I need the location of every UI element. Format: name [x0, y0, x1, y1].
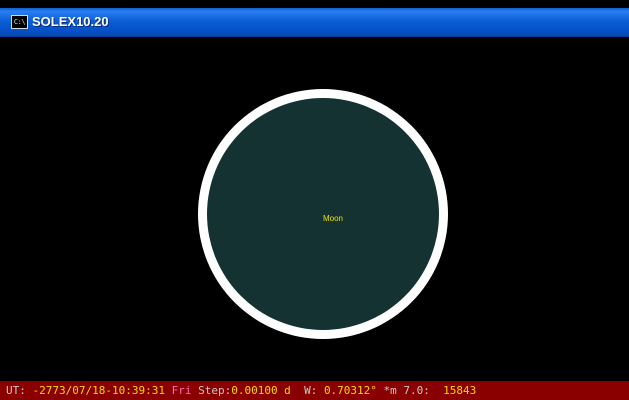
- console-icon[interactable]: C:\: [11, 15, 28, 29]
- day-of-week: Fri: [171, 384, 192, 397]
- sky-view-canvas[interactable]: Moon: [0, 37, 629, 381]
- step-label: Step:: [198, 384, 232, 397]
- solex-window: C:\ SOLEX10.20 Moon UT: -2773/07/18-10:3…: [0, 0, 629, 400]
- title-bar[interactable]: C:\ SOLEX10.20: [0, 8, 629, 37]
- magnitude-label: *m 7.0:: [383, 384, 430, 397]
- object-count: 15843: [443, 384, 477, 397]
- w-label: W:: [304, 384, 318, 397]
- ut-label: UT:: [6, 384, 26, 397]
- status-bar: UT: -2773/07/18-10:39:31 Fri Step:0.0010…: [0, 381, 629, 400]
- step-value: 0.00100 d: [231, 384, 291, 397]
- ut-value: -2773/07/18-10:39:31: [32, 384, 165, 397]
- window-title: SOLEX10.20: [32, 14, 109, 29]
- w-value: 0.70312°: [323, 384, 377, 397]
- sky-view-svg: [198, 89, 448, 339]
- moon-label: Moon: [322, 214, 343, 223]
